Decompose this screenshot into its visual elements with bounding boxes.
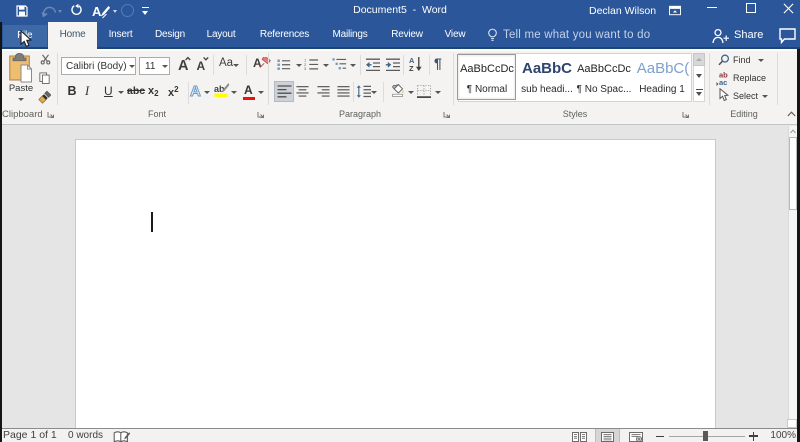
svg-text:ab: ab [214, 84, 225, 94]
svg-text:Z: Z [409, 64, 414, 72]
svg-text:A: A [190, 83, 201, 100]
svg-text:A: A [178, 58, 189, 72]
svg-text:A: A [197, 59, 206, 72]
svg-text:ac: ac [719, 78, 727, 86]
svg-text:3: 3 [304, 66, 307, 71]
